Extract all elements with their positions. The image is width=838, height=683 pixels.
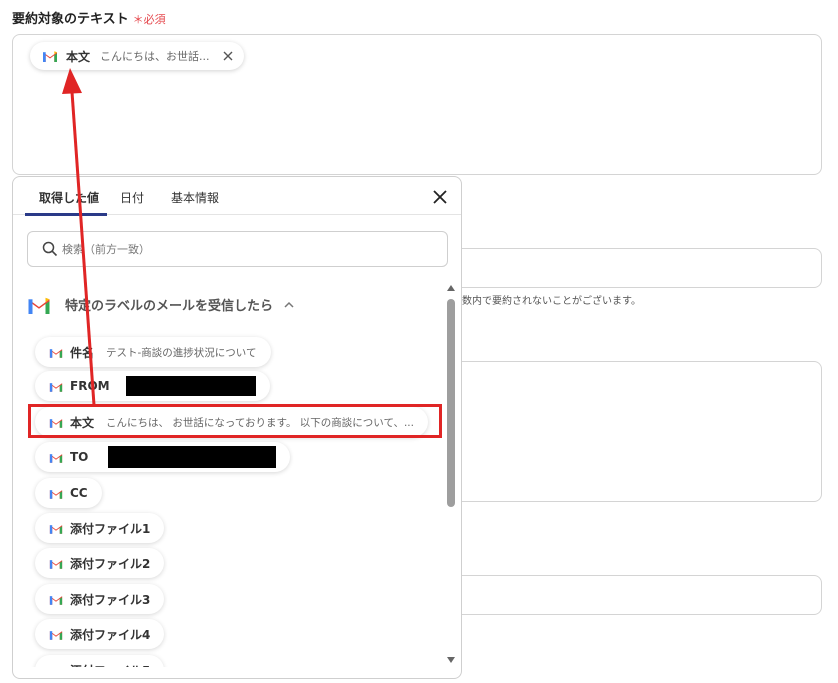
- list-item-cc[interactable]: CC: [35, 478, 102, 508]
- list-item-from[interactable]: FROM: [35, 371, 270, 401]
- group-header[interactable]: 特定のラベルのメールを受信したら: [27, 295, 295, 314]
- list-item-to[interactable]: TO: [35, 442, 291, 472]
- scroll-up-arrow-icon[interactable]: [447, 285, 455, 291]
- required-mark: ＊必須: [132, 13, 166, 26]
- list-item-attachment-5[interactable]: 添付ファイル5: [35, 655, 165, 668]
- gmail-icon: [49, 453, 63, 463]
- item-key: 添付ファイル2: [70, 556, 151, 571]
- selected-value-chip[interactable]: 本文 こんにちは、お世話...: [30, 42, 244, 70]
- scrollbar[interactable]: [446, 285, 456, 665]
- item-key: CC: [70, 486, 88, 500]
- chip-key: 本文: [66, 49, 91, 64]
- item-key: 添付ファイル3: [70, 592, 151, 607]
- gmail-icon: [49, 382, 63, 392]
- scroll-down-arrow-icon[interactable]: [447, 657, 455, 663]
- list-item-attachment-1[interactable]: 添付ファイル1: [35, 513, 165, 543]
- redacted-value: [108, 446, 277, 468]
- background-note: 数内で要約されないことがございます。: [462, 296, 641, 307]
- gmail-icon: [43, 51, 57, 62]
- redacted-value: [125, 376, 256, 396]
- gmail-icon: [49, 630, 63, 640]
- gmail-icon: [49, 348, 63, 358]
- list-item-attachment-2[interactable]: 添付ファイル2: [35, 548, 165, 578]
- item-key: 添付ファイル5: [70, 662, 150, 668]
- gmail-icon: [49, 666, 63, 667]
- background-input-2[interactable]: [440, 575, 822, 615]
- gmail-icon: [49, 524, 63, 534]
- list-item-attachment-4[interactable]: 添付ファイル4: [35, 619, 165, 649]
- background-textarea[interactable]: [440, 361, 822, 502]
- group-title: 特定のラベルのメールを受信したら: [65, 299, 274, 314]
- item-value: テスト-商談の進捗状況について: [106, 346, 257, 359]
- background-input-1[interactable]: [440, 248, 822, 288]
- scroll-thumb[interactable]: [447, 299, 455, 507]
- gmail-icon: [49, 595, 63, 605]
- highlight-box: [28, 404, 442, 438]
- item-key: TO: [70, 450, 89, 464]
- item-key: 添付ファイル4: [70, 627, 151, 642]
- chevron-up-icon[interactable]: [283, 300, 295, 310]
- gmail-icon: [49, 489, 63, 499]
- chip-value: こんにちは、お世話...: [100, 50, 210, 63]
- gmail-icon: [49, 559, 63, 569]
- item-key: 件名: [70, 345, 95, 360]
- item-key: FROM: [70, 379, 110, 393]
- list-item-attachment-3[interactable]: 添付ファイル3: [35, 584, 165, 614]
- remove-chip-icon[interactable]: [222, 50, 234, 62]
- field-label-text: 要約対象のテキスト: [12, 12, 129, 27]
- gmail-logo-icon: [28, 297, 50, 314]
- item-key: 添付ファイル1: [70, 521, 151, 536]
- field-label: 要約対象のテキスト ＊必須: [12, 8, 166, 27]
- list-item-subject[interactable]: 件名 テスト-商談の進捗状況について: [35, 337, 271, 367]
